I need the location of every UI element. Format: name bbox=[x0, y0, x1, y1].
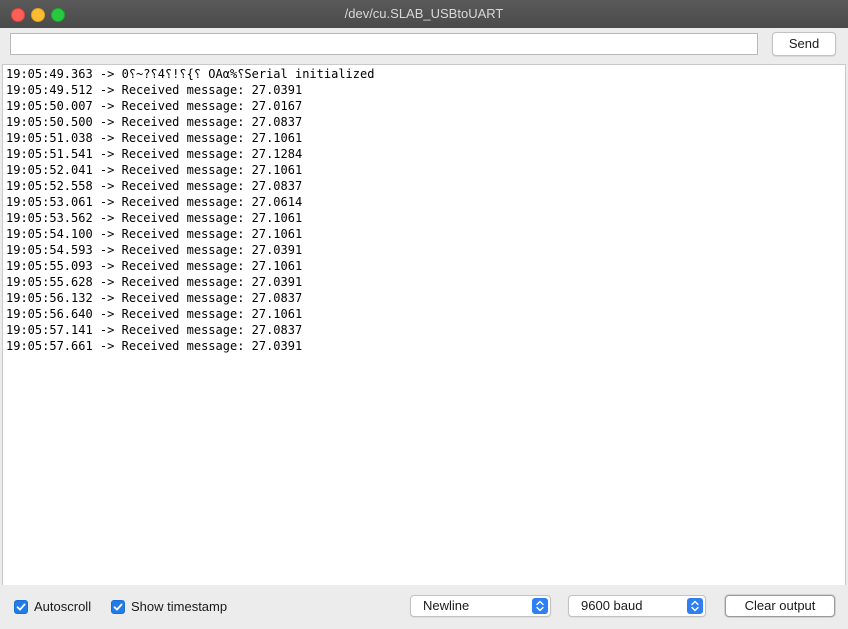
autoscroll-checkbox[interactable] bbox=[14, 600, 28, 614]
output-line: 19:05:56.640 -> Received message: 27.106… bbox=[6, 307, 303, 321]
output-line: 19:05:51.541 -> Received message: 27.128… bbox=[6, 147, 303, 161]
output-line: 19:05:52.041 -> Received message: 27.106… bbox=[6, 163, 303, 177]
output-lines: 19:05:49.363 -> 0⸮~?⸮4⸮!⸮{⸮ OAα%⸮Serial … bbox=[3, 65, 845, 354]
show-timestamp-label: Show timestamp bbox=[131, 599, 228, 614]
window-title: /dev/cu.SLAB_USBtoUART bbox=[344, 6, 504, 21]
output-line: 19:05:55.093 -> Received message: 27.106… bbox=[6, 259, 303, 273]
serial-monitor-window: /dev/cu.SLAB_USBtoUART Send 19:05:49.363… bbox=[0, 0, 848, 629]
show-timestamp-checkbox[interactable] bbox=[111, 600, 125, 614]
output-line: 19:05:57.141 -> Received message: 27.083… bbox=[6, 323, 303, 337]
checkmark-icon bbox=[113, 603, 123, 611]
output-line: 19:05:52.558 -> Received message: 27.083… bbox=[6, 179, 303, 193]
output-line: 19:05:49.363 -> 0⸮~?⸮4⸮!⸮{⸮ OAα%⸮Serial … bbox=[6, 67, 375, 81]
title-bar: /dev/cu.SLAB_USBtoUART bbox=[0, 0, 848, 29]
output-line: 19:05:53.562 -> Received message: 27.106… bbox=[6, 211, 303, 225]
output-line: 19:05:54.593 -> Received message: 27.039… bbox=[6, 243, 303, 257]
output-line: 19:05:57.661 -> Received message: 27.039… bbox=[6, 339, 303, 353]
output-line: 19:05:49.512 -> Received message: 27.039… bbox=[6, 83, 303, 97]
send-button[interactable]: Send bbox=[772, 32, 836, 56]
output-line: 19:05:55.628 -> Received message: 27.039… bbox=[6, 275, 303, 289]
line-ending-select[interactable]: Newline bbox=[410, 595, 551, 617]
output-line: 19:05:53.061 -> Received message: 27.061… bbox=[6, 195, 303, 209]
serial-input[interactable] bbox=[10, 33, 758, 55]
send-row: Send bbox=[0, 28, 848, 64]
output-line: 19:05:56.132 -> Received message: 27.083… bbox=[6, 291, 303, 305]
output-line: 19:05:50.500 -> Received message: 27.083… bbox=[6, 115, 303, 129]
bottom-toolbar: Autoscroll Show timestamp Newline 9600 b… bbox=[0, 585, 848, 629]
checkmark-icon bbox=[16, 603, 26, 611]
output-line: 19:05:50.007 -> Received message: 27.016… bbox=[6, 99, 303, 113]
autoscroll-label: Autoscroll bbox=[34, 599, 92, 614]
serial-output[interactable]: 19:05:49.363 -> 0⸮~?⸮4⸮!⸮{⸮ OAα%⸮Serial … bbox=[2, 64, 846, 586]
baud-rate-value: 9600 baud bbox=[581, 598, 643, 613]
output-line: 19:05:51.038 -> Received message: 27.106… bbox=[6, 131, 303, 145]
clear-output-button[interactable]: Clear output bbox=[725, 595, 835, 617]
output-line: 19:05:54.100 -> Received message: 27.106… bbox=[6, 227, 303, 241]
baud-rate-select[interactable]: 9600 baud bbox=[568, 595, 706, 617]
line-ending-value: Newline bbox=[423, 598, 470, 613]
updown-chevron-icon bbox=[687, 598, 703, 614]
updown-chevron-icon bbox=[532, 598, 548, 614]
